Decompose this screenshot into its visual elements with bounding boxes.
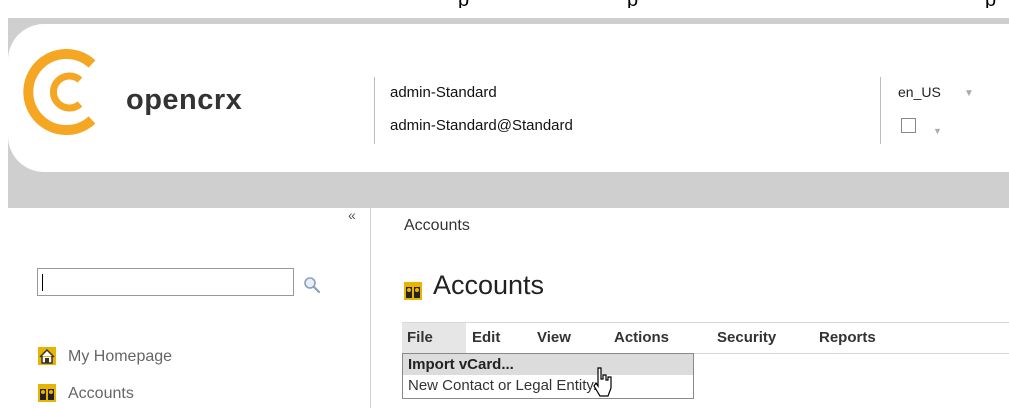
divider: [880, 77, 881, 144]
sidebar-item-label: Accounts: [68, 385, 134, 402]
collapse-sidebar-button[interactable]: «: [348, 207, 356, 223]
menu-file[interactable]: File: [402, 323, 466, 353]
logo-text: opencrx: [126, 84, 243, 116]
menu-item-new-contact[interactable]: New Contact or Legal Entity...: [408, 377, 605, 394]
accounts-icon: [404, 282, 422, 300]
hand-cursor-icon: [593, 367, 612, 397]
logo-mark-icon: [23, 49, 96, 135]
menu-reports[interactable]: Reports: [819, 329, 876, 346]
clipped-top-text: p p p: [0, 0, 1009, 8]
file-menu-dropdown: Import vCard... New Contact or Legal Ent…: [402, 353, 694, 399]
checkbox[interactable]: [901, 118, 916, 133]
chevron-down-icon[interactable]: ▼: [964, 88, 974, 99]
user-principal[interactable]: admin-Standard@Standard: [390, 117, 573, 134]
sidebar-item-label: My Homepage: [68, 348, 173, 365]
menu-bar: File Edit View Actions Security Reports: [402, 322, 1009, 354]
locale-selector[interactable]: en_US: [898, 84, 941, 100]
menu-actions[interactable]: Actions: [614, 329, 669, 346]
menu-item-import-vcard[interactable]: Import vCard...: [403, 354, 693, 375]
clipped-text: p: [458, 0, 469, 8]
chevron-down-icon[interactable]: ▼: [933, 126, 942, 136]
menu-security[interactable]: Security: [717, 329, 776, 346]
clipped-text: p: [985, 0, 996, 8]
menu-view[interactable]: View: [537, 329, 571, 346]
clipped-text: p: [627, 0, 638, 8]
menu-label: File: [407, 329, 433, 346]
divider: [374, 77, 375, 144]
sidebar-divider: [370, 208, 371, 408]
text-caret: [42, 274, 43, 291]
menu-item-label: Import vCard...: [408, 356, 514, 373]
page-title: Accounts: [433, 270, 545, 300]
home-icon: [38, 347, 56, 365]
menu-edit[interactable]: Edit: [472, 329, 500, 346]
accounts-icon: [38, 384, 56, 402]
search-input[interactable]: [37, 268, 294, 296]
search-icon[interactable]: [303, 276, 321, 294]
breadcrumb[interactable]: Accounts: [404, 217, 470, 235]
user-name[interactable]: admin-Standard: [390, 84, 497, 101]
